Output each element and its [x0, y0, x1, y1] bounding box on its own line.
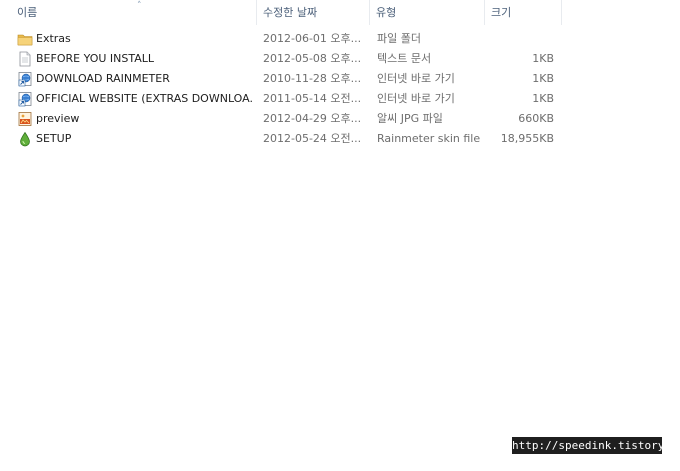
- file-name: BEFORE YOU INSTALL: [36, 52, 154, 65]
- file-type: 인터넷 바로 가기: [377, 92, 455, 105]
- file-type: 파일 폴더: [377, 32, 421, 45]
- file-size: [486, 29, 554, 49]
- file-size: 1KB: [532, 72, 554, 85]
- column-header-size-label: 크기: [491, 6, 512, 19]
- file-type: 인터넷 바로 가기: [377, 72, 455, 85]
- rainmeter-skin-icon: [20, 131, 30, 147]
- file-row[interactable]: SETUP 2012-05-24 오전... Rainmeter skin fi…: [0, 129, 564, 149]
- file-date: 2010-11-28 오후...: [263, 72, 362, 85]
- column-header-name-label: 이름: [17, 6, 38, 19]
- folder-icon: [17, 34, 33, 46]
- file-size: 660KB: [518, 112, 554, 125]
- jpg-image-icon: [18, 112, 32, 126]
- file-date: 2012-05-24 오전...: [263, 132, 362, 145]
- file-type: 알씨 JPG 파일: [377, 112, 443, 125]
- file-row[interactable]: Extras 2012-06-01 오후... 파일 폴더: [0, 29, 564, 49]
- file-row[interactable]: DOWNLOAD RAINMETER 2010-11-28 오후... 인터넷 …: [0, 69, 564, 89]
- file-date: 2012-05-08 오후...: [263, 52, 362, 65]
- column-header-size[interactable]: 크기: [485, 0, 562, 25]
- file-type: Rainmeter skin file: [377, 132, 481, 145]
- file-size: 1KB: [532, 52, 554, 65]
- file-size: 1KB: [532, 92, 554, 105]
- internet-shortcut-icon: [18, 92, 32, 107]
- column-header-type[interactable]: 유형: [370, 0, 485, 25]
- column-header-date-label: 수정한 날짜: [263, 6, 318, 19]
- file-date: 2012-06-01 오후...: [263, 32, 362, 45]
- file-list: Extras 2012-06-01 오후... 파일 폴더 BEFORE YOU…: [0, 29, 564, 149]
- file-name: Extras: [36, 32, 71, 45]
- text-document-icon: [19, 51, 31, 67]
- file-row[interactable]: preview 2012-04-29 오후... 알씨 JPG 파일 660KB: [0, 109, 564, 129]
- file-row[interactable]: OFFICIAL WEBSITE (EXTRAS DOWNLOA... 2011…: [0, 89, 564, 109]
- file-name: SETUP: [36, 132, 72, 145]
- file-row[interactable]: BEFORE YOU INSTALL 2012-05-08 오후... 텍스트 …: [0, 49, 564, 69]
- column-header-name[interactable]: 이름 ˄: [11, 0, 257, 25]
- column-header-date[interactable]: 수정한 날짜: [257, 0, 370, 25]
- file-name: OFFICIAL WEBSITE (EXTRAS DOWNLOA...: [36, 92, 252, 105]
- file-type: 텍스트 문서: [377, 52, 432, 65]
- file-name: preview: [36, 112, 80, 125]
- file-size: 18,955KB: [500, 132, 554, 145]
- internet-shortcut-icon: [18, 72, 32, 87]
- file-date: 2011-05-14 오전...: [263, 92, 362, 105]
- column-header-type-label: 유형: [376, 6, 397, 19]
- file-date: 2012-04-29 오후...: [263, 112, 362, 125]
- sort-ascending-icon: ˄: [137, 1, 142, 11]
- column-header-bar: 이름 ˄ 수정한 날짜 유형 크기: [0, 0, 564, 26]
- watermark: http://speedink.tistory.com: [512, 437, 680, 454]
- file-name: DOWNLOAD RAINMETER: [36, 72, 170, 85]
